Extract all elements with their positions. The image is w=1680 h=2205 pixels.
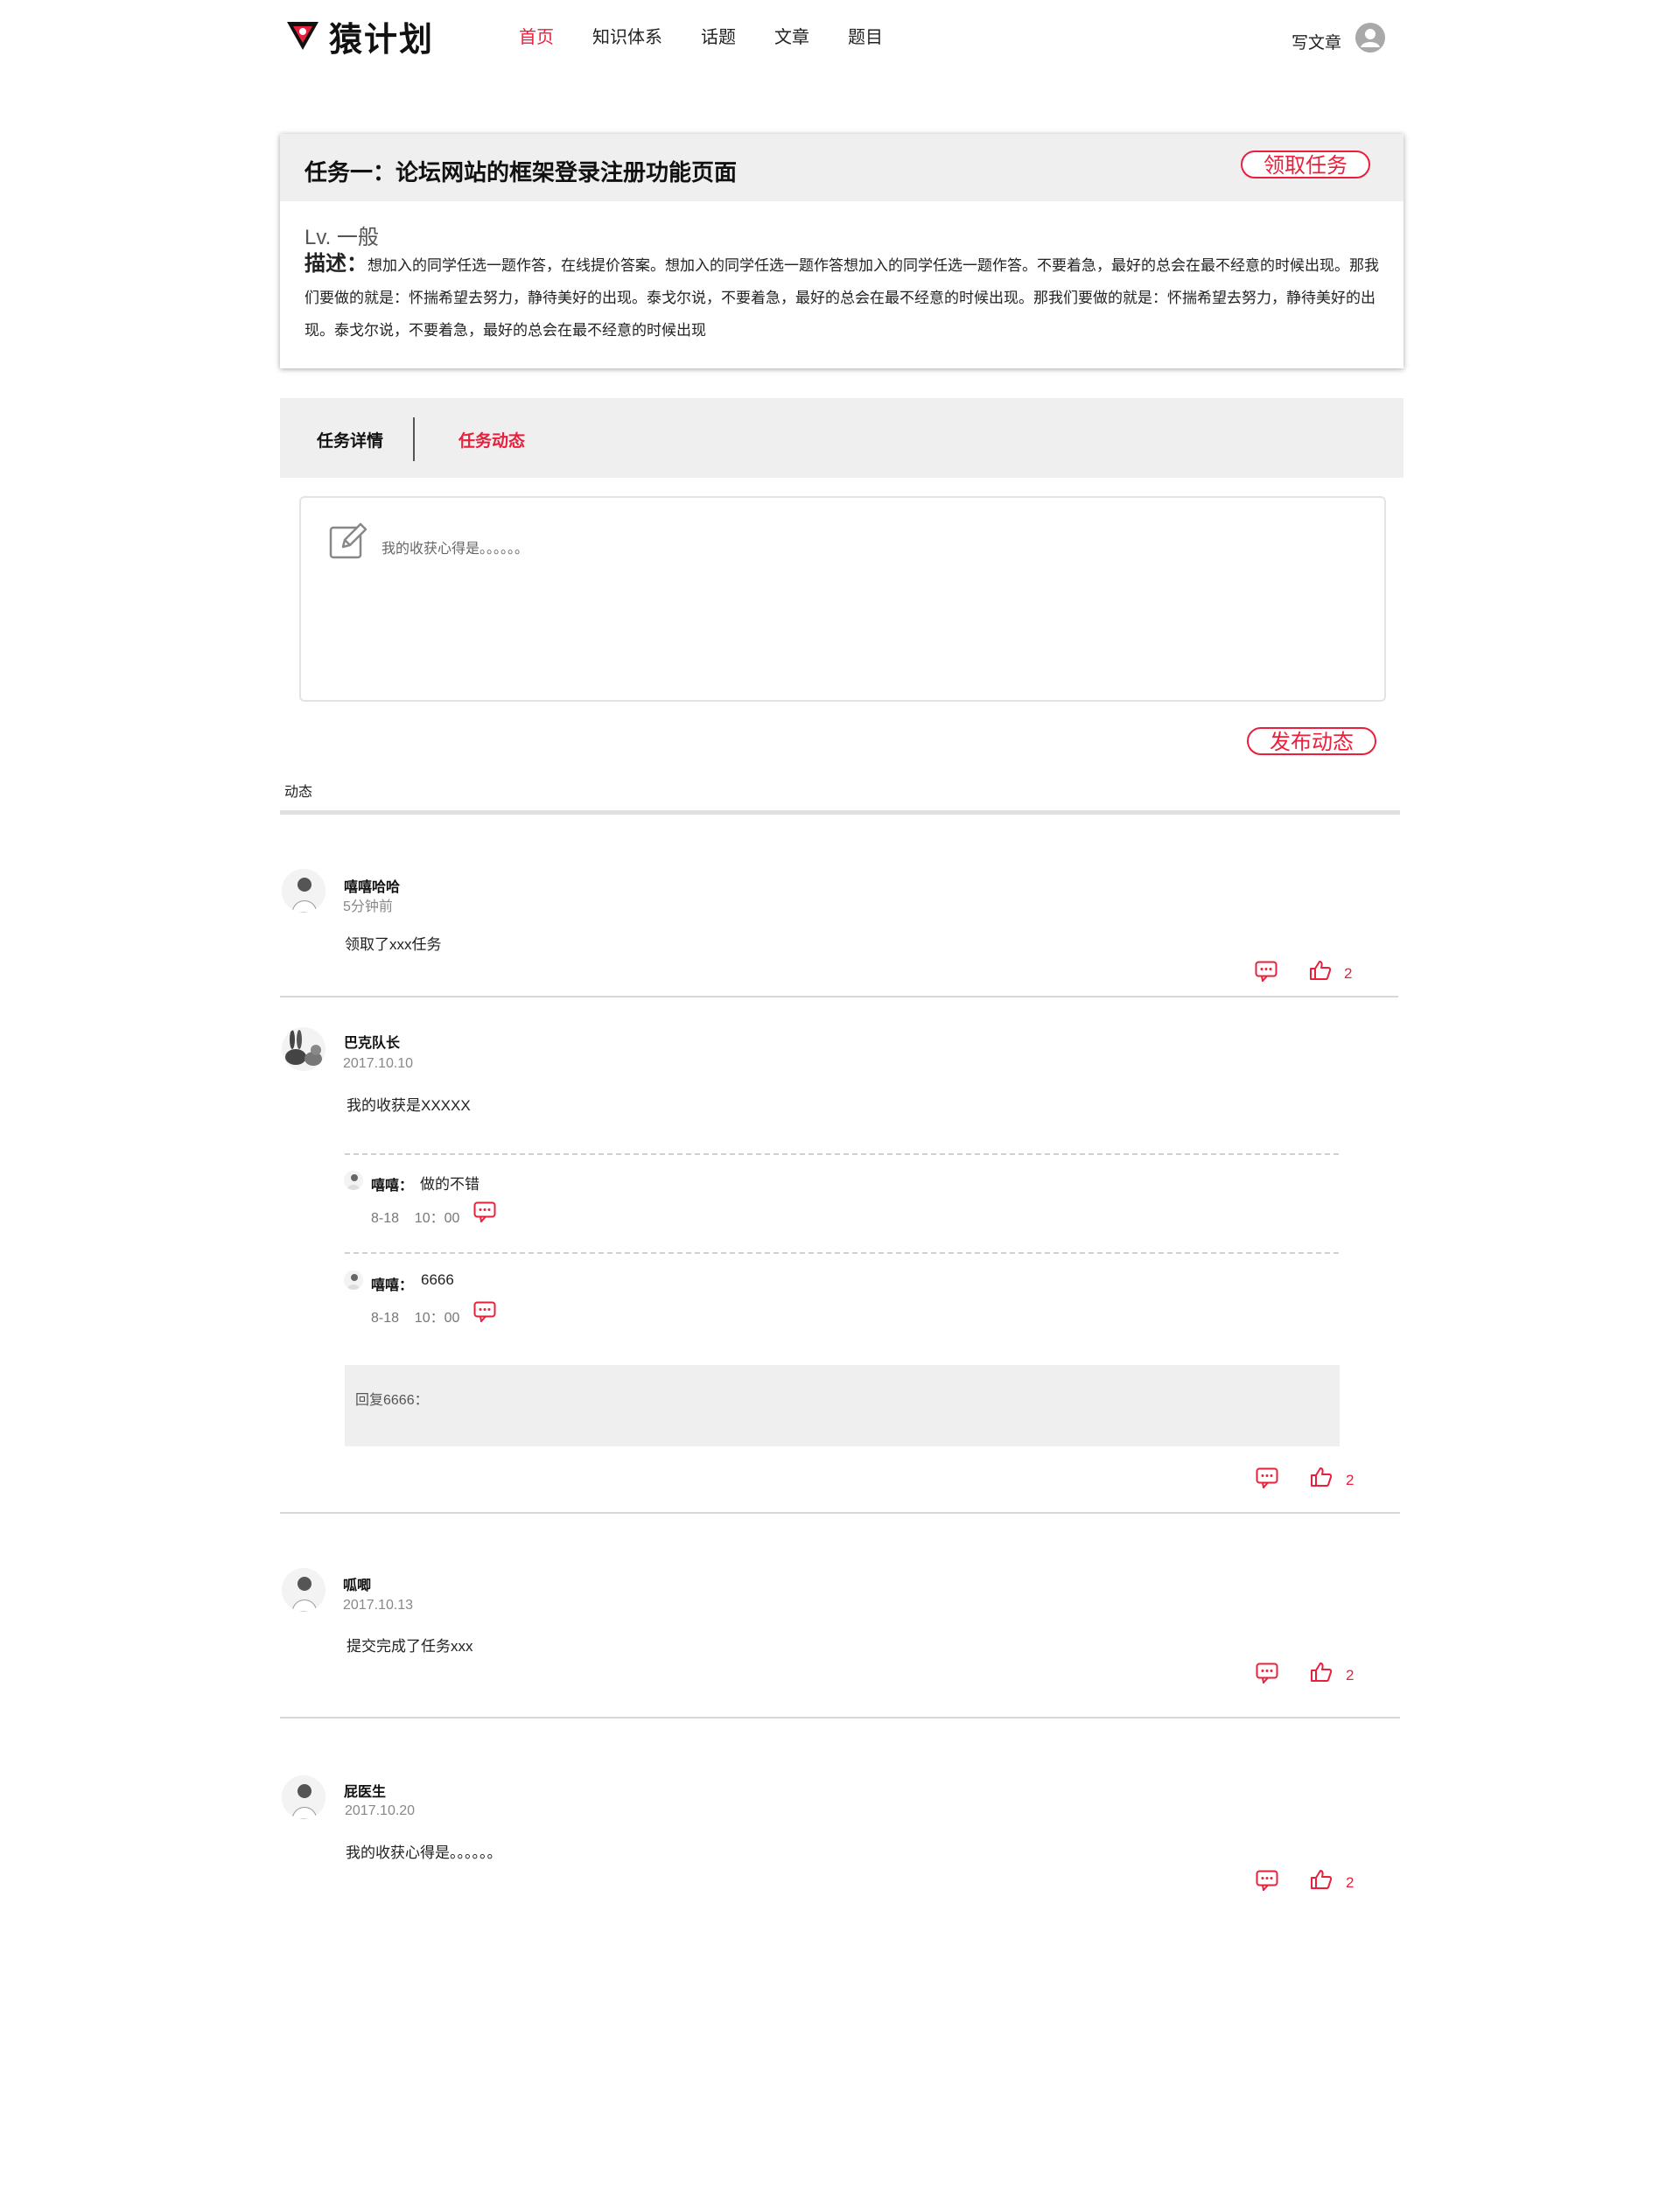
post-divider — [280, 1512, 1400, 1514]
task-description-text: 想加入的同学任选一题作答，在线提价答案。想加入的同学任选一题作答想加入的同学任选… — [304, 257, 1379, 339]
reply-time: 8-18 10：00 — [371, 1211, 460, 1226]
post-editor[interactable]: 我的收获心得是。。。。。。 — [299, 496, 1386, 702]
activity-section-title: 动态 — [284, 785, 313, 800]
editor-placeholder: 我的收获心得是。。。。。。 — [382, 542, 529, 556]
avatar[interactable] — [282, 1775, 326, 1819]
post-content: 提交完成了任务xxx — [346, 1638, 473, 1655]
post-time: 2017.10.13 — [343, 1598, 414, 1613]
post-time: 5分钟前 — [343, 900, 393, 914]
reply-author[interactable]: 嘻嘻： — [371, 1273, 413, 1294]
reply-avatar-icon — [344, 1270, 363, 1290]
reply-divider — [345, 1153, 1339, 1155]
post-time: 2017.10.20 — [345, 1803, 416, 1818]
tab-task-detail[interactable]: 任务详情 — [317, 428, 383, 452]
reply-input[interactable]: 回复6666： — [345, 1365, 1340, 1446]
post-author[interactable]: 屁医生 — [344, 1780, 386, 1801]
comment-icon[interactable] — [1256, 1662, 1278, 1684]
like-icon[interactable] — [1309, 960, 1332, 981]
claim-task-button[interactable]: 领取任务 — [1241, 150, 1370, 178]
tab-task-activity[interactable]: 任务动态 — [458, 428, 525, 452]
post-divider — [280, 1717, 1400, 1718]
publish-button[interactable]: 发布动态 — [1247, 727, 1376, 755]
like-count: 2 — [1344, 965, 1353, 982]
nav-topics[interactable]: 话题 — [701, 23, 736, 48]
avatar[interactable] — [282, 869, 326, 913]
reply-time: 8-18 10：00 — [371, 1311, 460, 1326]
like-icon[interactable] — [1310, 1466, 1333, 1488]
user-icon — [1355, 23, 1385, 52]
task-card: 任务一：论坛网站的框架登录注册功能页面 领取任务 Lv. 一般 描述：想加入的同… — [280, 134, 1404, 368]
reply-text: 做的不错 — [420, 1176, 480, 1193]
edit-icon — [329, 522, 368, 559]
avatar-photo-icon — [282, 1775, 326, 1819]
like-count: 2 — [1346, 1472, 1354, 1488]
post-author[interactable]: 呱唧 — [343, 1573, 371, 1594]
nav-home[interactable]: 首页 — [519, 23, 554, 48]
task-tabs: 任务详情 任务动态 — [280, 398, 1404, 478]
reply-author[interactable]: 嘻嘻： — [371, 1173, 413, 1194]
avatar-photo-icon — [282, 1568, 326, 1612]
reply-avatar[interactable] — [344, 1270, 363, 1290]
post-time: 2017.10.10 — [343, 1056, 414, 1071]
post-divider — [280, 996, 1398, 998]
comment-icon[interactable] — [1256, 1467, 1278, 1488]
task-description: 描述：想加入的同学任选一题作答，在线提价答案。想加入的同学任选一题作答想加入的同… — [304, 248, 1390, 346]
user-avatar[interactable] — [1355, 23, 1385, 52]
activity-divider — [280, 810, 1400, 815]
task-title: 任务一：论坛网站的框架登录注册功能页面 — [304, 159, 738, 186]
like-count: 2 — [1346, 1667, 1354, 1684]
task-header: 任务一：论坛网站的框架登录注册功能页面 领取任务 — [280, 134, 1404, 201]
comment-icon[interactable] — [1255, 961, 1278, 982]
write-article-link[interactable]: 写文章 — [1292, 30, 1341, 53]
task-level: Lv. 一般 — [304, 226, 379, 249]
like-icon[interactable] — [1310, 1869, 1333, 1890]
avatar[interactable] — [282, 1568, 326, 1612]
like-icon[interactable] — [1310, 1662, 1333, 1683]
logo[interactable]: 猿计划 — [285, 16, 434, 59]
reply-avatar-icon — [344, 1171, 363, 1190]
reply-avatar[interactable] — [344, 1171, 363, 1190]
nav-knowledge[interactable]: 知识体系 — [592, 23, 662, 48]
avatar-rabbit-icon — [282, 1027, 326, 1071]
reply-text: 6666 — [421, 1271, 454, 1288]
avatar-photo-icon — [282, 869, 326, 913]
post-content: 我的收获是XXXXX — [346, 1097, 471, 1114]
logo-text: 猿计划 — [329, 21, 435, 59]
tab-divider — [413, 417, 415, 461]
comment-icon[interactable] — [1256, 1870, 1278, 1891]
avatar[interactable] — [282, 1027, 326, 1071]
nav-articles[interactable]: 文章 — [774, 23, 809, 48]
reply-input-placeholder: 回复6666： — [355, 1393, 429, 1408]
reply-comment-icon[interactable] — [473, 1301, 496, 1322]
like-count: 2 — [1346, 1874, 1354, 1891]
post-author[interactable]: 嘻嘻哈哈 — [344, 875, 400, 896]
post-content: 领取了xxx任务 — [345, 936, 442, 953]
logo-icon — [287, 22, 318, 50]
reply-comment-icon[interactable] — [473, 1201, 496, 1222]
reply-divider — [345, 1252, 1339, 1254]
task-description-label: 描述： — [304, 252, 368, 276]
main-nav: 首页 知识体系 话题 文章 题目 — [519, 23, 921, 48]
nav-questions[interactable]: 题目 — [848, 23, 883, 48]
post-content: 我的收获心得是。。。。。。 — [346, 1844, 502, 1861]
post-author[interactable]: 巴克队长 — [344, 1031, 400, 1052]
